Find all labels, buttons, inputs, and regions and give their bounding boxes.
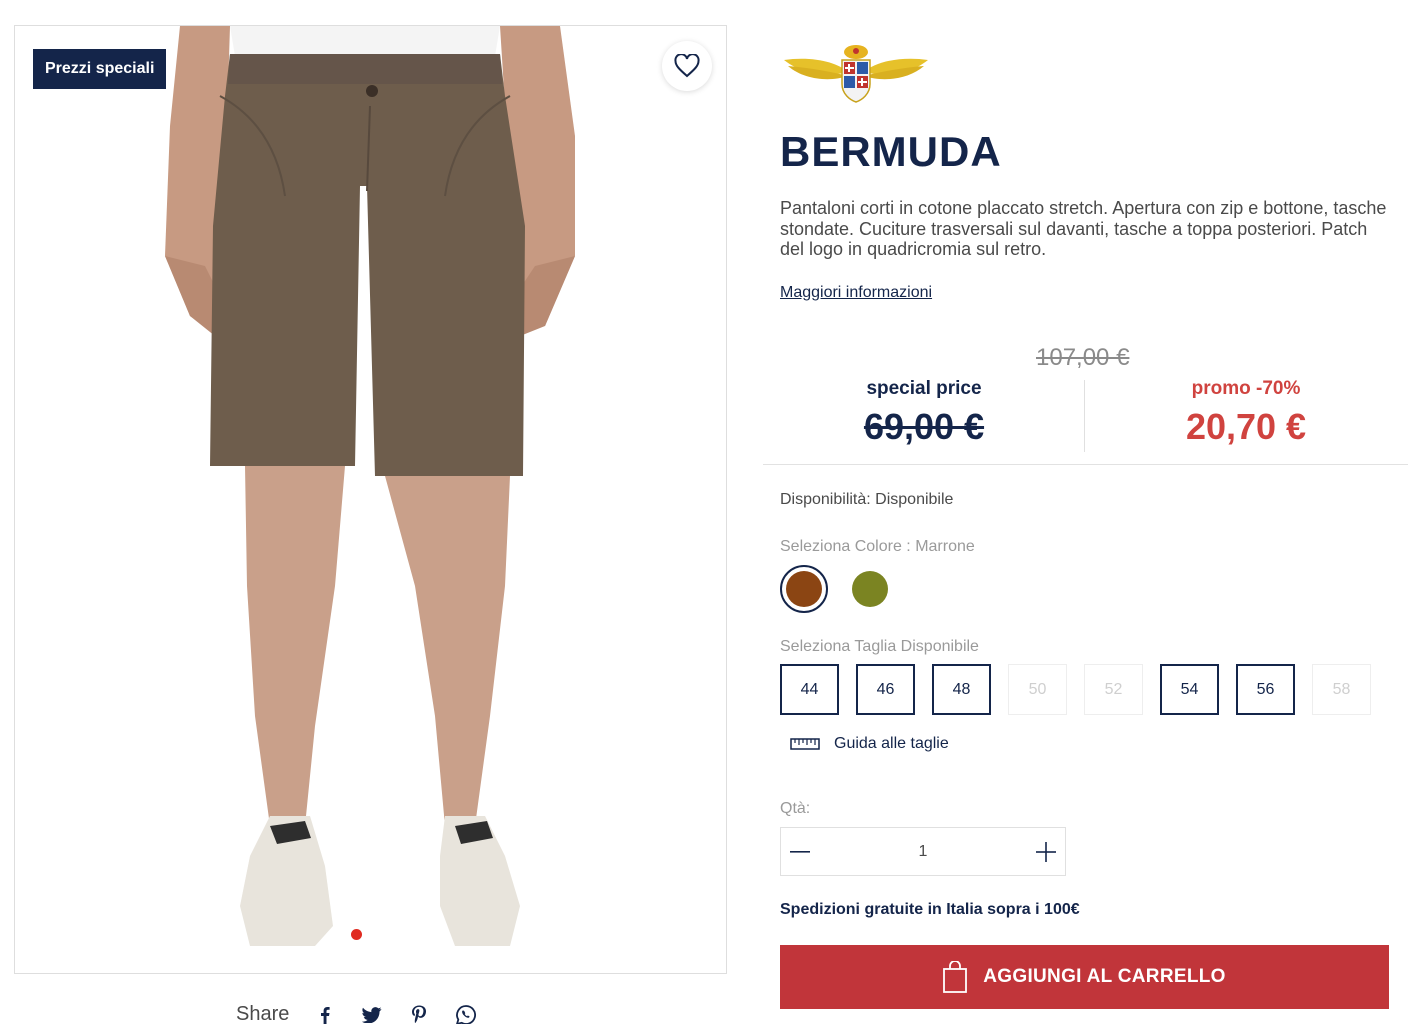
increase-quantity-button[interactable] (1027, 828, 1066, 875)
color-chip (852, 571, 888, 607)
add-to-cart-label: AGGIUNGI AL CARRELLO (983, 966, 1226, 987)
product-image[interactable] (15, 26, 727, 974)
pinterest-icon[interactable] (409, 1005, 429, 1024)
special-price-badge: Prezzi speciali (33, 49, 167, 89)
brand-logo (784, 45, 928, 103)
size-option-54[interactable]: 54 (1160, 664, 1219, 715)
shopping-bag-icon (943, 961, 968, 993)
heart-icon (674, 54, 700, 78)
size-options: 44 46 48 50 52 54 56 58 (780, 664, 1371, 715)
plus-icon (1035, 841, 1056, 862)
product-gallery: Prezzi speciali (14, 25, 727, 974)
size-option-46[interactable]: 46 (856, 664, 915, 715)
size-guide-label: Guida alle taglie (834, 735, 949, 752)
quantity-input[interactable] (819, 828, 1027, 875)
ruler-icon (790, 738, 820, 750)
share-label: Share (236, 1003, 290, 1024)
special-price-value: 69,00 € (863, 406, 985, 447)
divider-line (763, 464, 1408, 465)
shipping-notice: Spedizioni gratuite in Italia sopra i 10… (780, 901, 1080, 918)
product-title: BERMUDA (780, 128, 1002, 175)
quantity-stepper (780, 827, 1066, 876)
size-option-50: 50 (1008, 664, 1067, 715)
special-price-label: special price (866, 378, 982, 399)
share-bar: Share (236, 1003, 503, 1024)
size-option-58: 58 (1312, 664, 1371, 715)
promo-label: promo -70% (1191, 378, 1301, 399)
product-description: Pantaloni corti in cotone placcato stret… (780, 198, 1387, 259)
carousel-dot-active[interactable] (351, 929, 362, 940)
color-swatch-verde[interactable] (846, 565, 894, 613)
decrease-quantity-button[interactable] (781, 828, 820, 875)
price-divider (1084, 380, 1085, 452)
color-label: Seleziona Colore : Marrone (780, 538, 975, 555)
special-price-block: special price 69,00 € (763, 378, 1085, 448)
size-label: Seleziona Taglia Disponibile (780, 638, 979, 655)
original-price: 107,00 € (1036, 344, 1130, 371)
facebook-icon[interactable] (315, 1005, 335, 1024)
size-guide-link[interactable]: Guida alle taglie (790, 735, 949, 753)
minus-icon (790, 850, 811, 853)
size-option-44[interactable]: 44 (780, 664, 839, 715)
size-option-52: 52 (1084, 664, 1143, 715)
quantity-label: Qtà: (780, 800, 811, 817)
promo-price-value: 20,70 € (1185, 406, 1307, 447)
size-option-56[interactable]: 56 (1236, 664, 1295, 715)
color-swatches (780, 565, 894, 613)
wishlist-button[interactable] (662, 41, 712, 91)
promo-price-block: promo -70% 20,70 € (1086, 378, 1406, 448)
whatsapp-icon[interactable] (456, 1004, 477, 1024)
color-swatch-marrone[interactable] (780, 565, 828, 613)
more-info-link[interactable]: Maggiori informazioni (780, 284, 932, 302)
color-chip (786, 571, 822, 607)
twitter-icon[interactable] (362, 1005, 382, 1024)
size-option-48[interactable]: 48 (932, 664, 991, 715)
availability-text: Disponibilità: Disponibile (780, 491, 954, 508)
add-to-cart-button[interactable]: AGGIUNGI AL CARRELLO (780, 945, 1389, 1009)
